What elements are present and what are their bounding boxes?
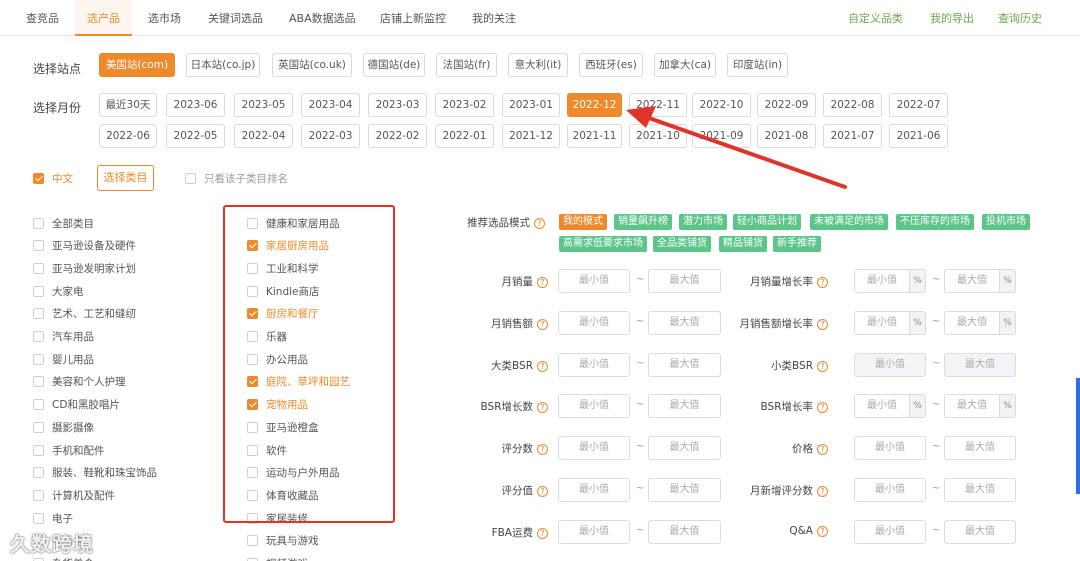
arrow-shaft: [644, 115, 847, 189]
watermark-logo: 久数跨境: [10, 528, 94, 557]
watermark-text: 久数跨境: [10, 532, 94, 556]
annotation-arrow: [626, 106, 847, 189]
